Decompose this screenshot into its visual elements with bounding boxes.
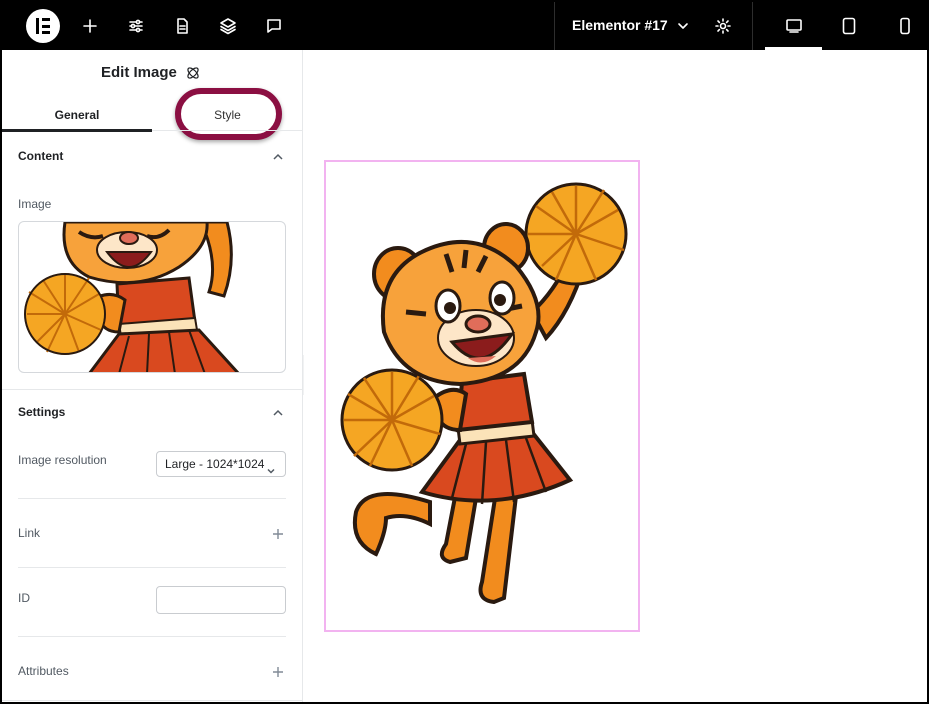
tablet-icon[interactable] [836, 13, 862, 39]
top-bar: Elementor #17 [2, 2, 927, 50]
image-chooser[interactable] [18, 221, 286, 373]
image-thumbnail [24, 222, 240, 372]
comment-icon[interactable] [261, 13, 287, 39]
panel-title: Edit Image [101, 64, 177, 81]
section-title-content[interactable]: Content [18, 149, 63, 163]
row-divider [18, 498, 286, 499]
chevron-down-icon [266, 460, 276, 474]
mobile-icon[interactable] [892, 13, 918, 39]
preview-canvas [304, 50, 927, 702]
image-widget[interactable] [324, 160, 640, 632]
tab-style[interactable]: Style [152, 98, 303, 131]
divider [752, 2, 753, 50]
tab-label: Style [214, 107, 241, 122]
panel-tabs: General Style [2, 98, 303, 132]
image-resolution-value: Large - 1024*1024 [165, 457, 265, 471]
plus-icon[interactable] [272, 527, 284, 539]
image-label: Image [18, 197, 52, 211]
chevron-up-icon[interactable] [272, 150, 284, 162]
elementor-logo-icon[interactable] [26, 9, 60, 43]
panel-header: Edit Image [2, 50, 303, 90]
add-icon[interactable] [77, 13, 103, 39]
tab-general[interactable]: General [2, 98, 152, 132]
tiger-cheerleader-image [340, 182, 628, 605]
desktop-device-button[interactable] [765, 2, 822, 50]
chevron-up-icon[interactable] [272, 406, 284, 418]
section-divider [2, 700, 303, 701]
settings-sliders-icon[interactable] [123, 13, 149, 39]
link-label: Link [18, 526, 41, 540]
gear-icon[interactable] [710, 13, 736, 39]
row-divider [18, 567, 286, 568]
page-title[interactable]: Elementor #17 [572, 17, 668, 33]
section-title-settings[interactable]: Settings [18, 405, 65, 419]
tab-label: General [54, 107, 100, 122]
divider [554, 2, 555, 50]
image-resolution-select[interactable]: Large - 1024*1024 [156, 451, 286, 477]
section-divider [2, 389, 303, 390]
page-icon[interactable] [169, 13, 195, 39]
id-label: ID [18, 591, 30, 605]
image-resolution-label: Image resolution [18, 453, 107, 467]
active-tab-indicator [2, 129, 152, 132]
desktop-icon [781, 13, 807, 39]
row-divider [18, 636, 286, 637]
editor-panel: Edit Image General Style Content Image S… [2, 50, 303, 702]
chevron-down-icon[interactable] [670, 13, 696, 39]
layers-icon[interactable] [215, 13, 241, 39]
ai-icon[interactable] [185, 65, 201, 81]
attributes-label: Attributes [18, 664, 69, 678]
id-field[interactable] [156, 586, 286, 614]
plus-icon[interactable] [272, 665, 284, 677]
